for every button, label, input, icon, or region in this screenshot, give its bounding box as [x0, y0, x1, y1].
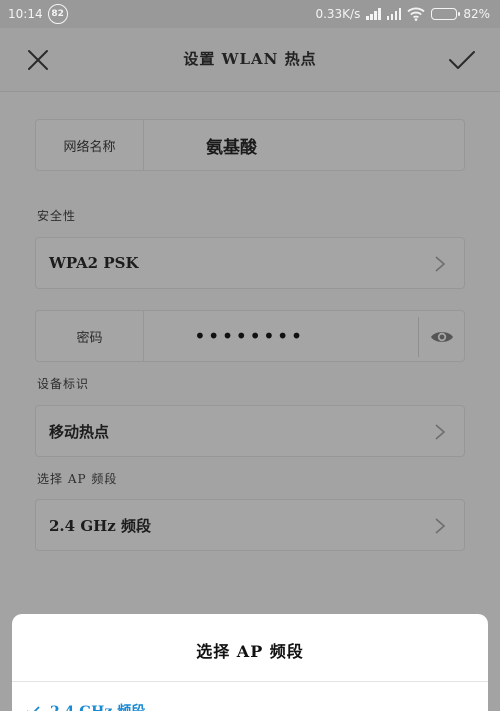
ap-band-value: 2.4 GHz 频段 — [49, 516, 152, 535]
ap-band-label: 选择 AP 频段 — [37, 472, 118, 486]
chevron-right-icon — [435, 518, 446, 534]
chevron-right-icon — [435, 424, 446, 440]
network-name-label: 网络名称 — [36, 120, 144, 170]
network-name-input[interactable]: 氨基酸 — [206, 120, 257, 170]
check-icon — [449, 51, 475, 69]
ap-band-sheet: 选择 AP 频段 2.4 GHz 频段 — [12, 614, 488, 711]
notification-badge: 82 — [47, 4, 68, 24]
confirm-button[interactable] — [444, 42, 480, 78]
signal-2-icon — [386, 8, 402, 20]
device-id-value: 移动热点 — [49, 422, 110, 441]
password-label: 密码 — [36, 311, 144, 361]
toggle-visibility-button[interactable] — [428, 324, 456, 350]
device-id-label: 设备标识 — [37, 377, 90, 391]
network-name-field[interactable]: 网络名称 氨基酸 — [35, 119, 465, 171]
password-field[interactable]: 密码 •••••••• — [35, 310, 465, 362]
ap-band-select[interactable]: 2.4 GHz 频段 — [35, 499, 465, 551]
eye-icon — [431, 332, 453, 342]
eye-divider — [418, 317, 419, 357]
clock: 10:14 — [8, 7, 43, 21]
sheet-option-2-4ghz[interactable]: 2.4 GHz 频段 — [26, 701, 145, 711]
page-title: 设置 WLAN 热点 — [183, 50, 317, 68]
battery-icon — [431, 8, 461, 20]
security-value: WPA2 PSK — [49, 254, 139, 272]
check-icon — [27, 706, 40, 711]
app-header: 设置 WLAN 热点 — [0, 28, 500, 92]
device-id-select[interactable]: 移动热点 — [35, 405, 465, 457]
status-right: 0.33K/s 82% — [315, 7, 490, 21]
chevron-right-icon — [435, 256, 446, 272]
security-select[interactable]: WPA2 PSK — [35, 237, 465, 289]
status-bar: 10:14 82 0.33K/s 82% — [0, 0, 500, 28]
battery-percent: 82% — [463, 7, 490, 21]
net-speed: 0.33K/s — [315, 7, 361, 21]
security-label: 安全性 — [37, 209, 77, 223]
status-left: 10:14 82 — [8, 4, 68, 24]
sheet-option-label: 2.4 GHz 频段 — [50, 701, 145, 711]
signal-icon — [366, 8, 381, 20]
sheet-title: 选择 AP 频段 — [196, 642, 304, 661]
sheet-divider — [12, 681, 488, 682]
wifi-icon — [407, 7, 425, 21]
password-input[interactable]: •••••••• — [194, 311, 304, 361]
